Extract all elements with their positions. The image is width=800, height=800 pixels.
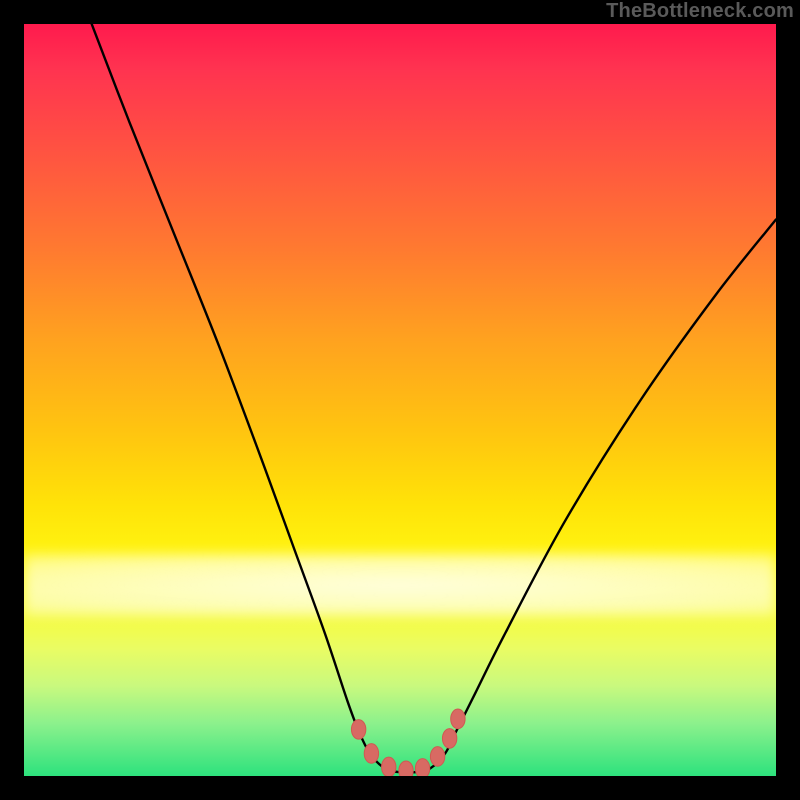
- bottleneck-curve: [92, 24, 776, 773]
- plot-area: [24, 24, 776, 776]
- marker-layer: [351, 709, 465, 776]
- marker-point: [415, 759, 429, 776]
- chart-svg: [24, 24, 776, 776]
- marker-point: [351, 720, 365, 740]
- marker-point: [382, 757, 396, 776]
- chart-frame: TheBottleneck.com: [0, 0, 800, 800]
- marker-point: [442, 729, 456, 749]
- marker-point: [451, 709, 465, 729]
- watermark-text: TheBottleneck.com: [606, 0, 794, 23]
- curve-layer: [92, 24, 776, 773]
- marker-point: [399, 761, 413, 776]
- marker-point: [430, 747, 444, 767]
- marker-point: [364, 744, 378, 764]
